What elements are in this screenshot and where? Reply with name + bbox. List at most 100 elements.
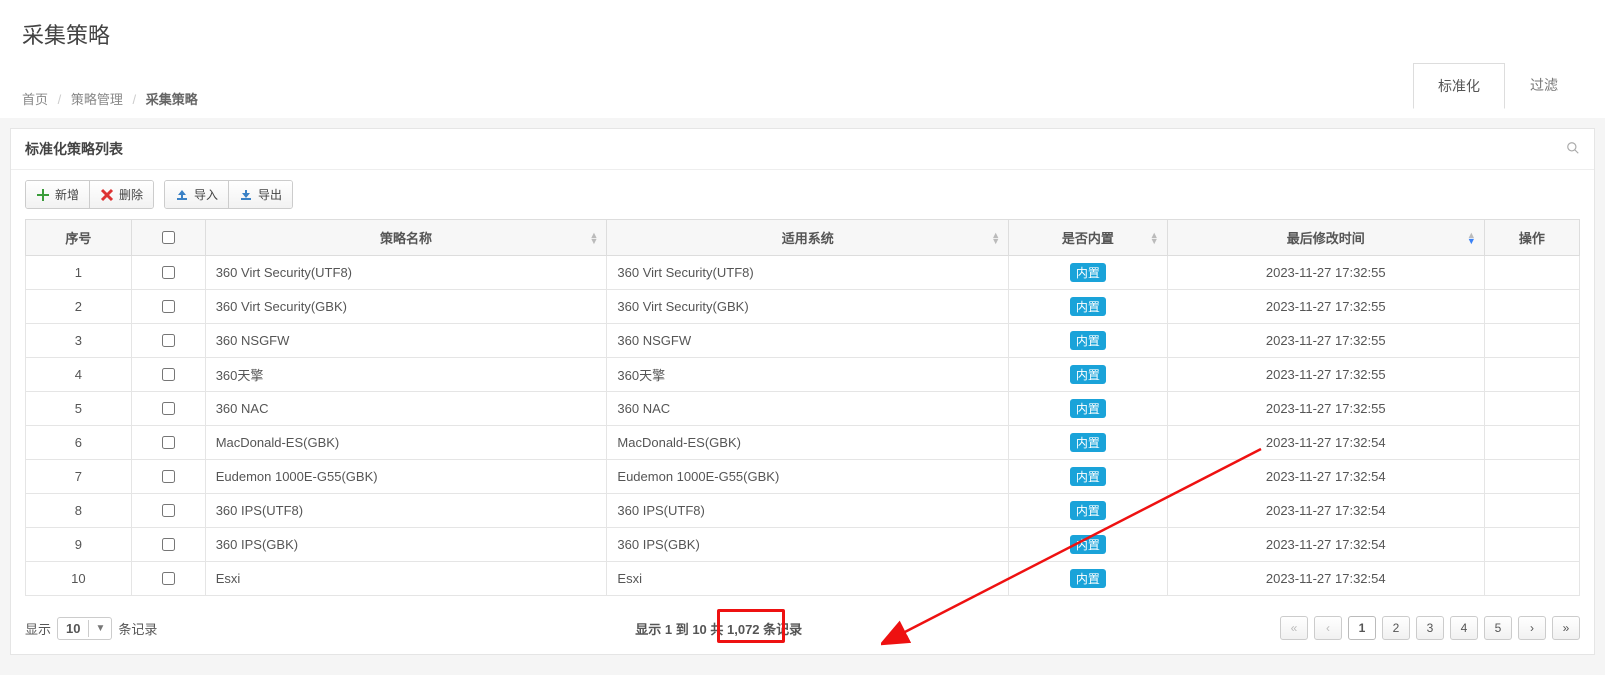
row-checkbox[interactable] xyxy=(162,436,175,449)
cell-builtin: 内置 xyxy=(1009,324,1168,358)
cell-checkbox xyxy=(131,358,205,392)
search-icon[interactable] xyxy=(1566,141,1580,158)
builtin-badge: 内置 xyxy=(1070,331,1106,350)
toolbar: 新增 删除 导入 xyxy=(11,170,1594,219)
cell-system: 360 Virt Security(GBK) xyxy=(607,290,1009,324)
page-number-button[interactable]: 3 xyxy=(1416,616,1444,640)
row-checkbox[interactable] xyxy=(162,334,175,347)
col-system-header[interactable]: 适用系统 ▲▼ xyxy=(607,220,1009,256)
delete-button[interactable]: 删除 xyxy=(89,181,153,208)
col-name-header[interactable]: 策略名称 ▲▼ xyxy=(205,220,607,256)
tab-filter[interactable]: 过滤 xyxy=(1505,62,1583,108)
cell-system: MacDonald-ES(GBK) xyxy=(607,426,1009,460)
cell-builtin: 内置 xyxy=(1009,460,1168,494)
cell-action xyxy=(1484,528,1579,562)
row-checkbox[interactable] xyxy=(162,368,175,381)
pagination: « ‹ 1 2 3 4 5 › » xyxy=(1280,616,1580,640)
row-checkbox[interactable] xyxy=(162,470,175,483)
page-number-button[interactable]: 5 xyxy=(1484,616,1512,640)
page-next-button[interactable]: › xyxy=(1518,616,1546,640)
row-checkbox[interactable] xyxy=(162,572,175,585)
page-number-button[interactable]: 4 xyxy=(1450,616,1478,640)
page-number-button[interactable]: 1 xyxy=(1348,616,1376,640)
breadcrumb-current: 采集策略 xyxy=(146,92,198,107)
page-size-select[interactable]: 10 ▼ xyxy=(57,617,112,640)
cell-checkbox xyxy=(131,324,205,358)
delete-button-label: 删除 xyxy=(119,186,143,203)
page-size-value: 10 xyxy=(58,618,88,639)
cell-action xyxy=(1484,562,1579,596)
row-checkbox[interactable] xyxy=(162,266,175,279)
row-checkbox[interactable] xyxy=(162,300,175,313)
cell-builtin: 内置 xyxy=(1009,358,1168,392)
import-button-label: 导入 xyxy=(194,186,218,203)
import-button[interactable]: 导入 xyxy=(165,181,228,208)
cell-seq: 7 xyxy=(26,460,132,494)
builtin-badge: 内置 xyxy=(1070,501,1106,520)
page-first-button[interactable]: « xyxy=(1280,616,1308,640)
caret-down-icon: ▼ xyxy=(88,620,111,637)
page-last-button[interactable]: » xyxy=(1552,616,1580,640)
cell-name: 360 Virt Security(UTF8) xyxy=(205,256,607,290)
col-mtime-header[interactable]: 最后修改时间 ▲▼ xyxy=(1167,220,1484,256)
col-mtime-label: 最后修改时间 xyxy=(1287,231,1365,246)
cell-seq: 4 xyxy=(26,358,132,392)
builtin-badge: 内置 xyxy=(1070,433,1106,452)
cell-seq: 9 xyxy=(26,528,132,562)
breadcrumb-home[interactable]: 首页 xyxy=(22,92,48,107)
col-system-label: 适用系统 xyxy=(782,231,834,246)
cell-checkbox xyxy=(131,460,205,494)
cell-builtin: 内置 xyxy=(1009,426,1168,460)
col-action-header: 操作 xyxy=(1484,220,1579,256)
select-all-checkbox[interactable] xyxy=(162,231,175,244)
sort-icon: ▲▼ xyxy=(1467,232,1476,244)
col-builtin-header[interactable]: 是否内置 ▲▼ xyxy=(1009,220,1168,256)
cell-mtime: 2023-11-27 17:32:55 xyxy=(1167,324,1484,358)
breadcrumb-mid[interactable]: 策略管理 xyxy=(71,92,123,107)
page-title: 采集策略 xyxy=(22,18,1583,50)
table-row: 5360 NAC360 NAC内置2023-11-27 17:32:55 xyxy=(26,392,1580,426)
cell-action xyxy=(1484,256,1579,290)
page-prev-button[interactable]: ‹ xyxy=(1314,616,1342,640)
cell-seq: 3 xyxy=(26,324,132,358)
tab-normalize[interactable]: 标准化 xyxy=(1413,63,1505,109)
export-button[interactable]: 导出 xyxy=(228,181,292,208)
tabs: 标准化 过滤 xyxy=(1413,62,1583,108)
cell-mtime: 2023-11-27 17:32:55 xyxy=(1167,358,1484,392)
col-name-label: 策略名称 xyxy=(380,231,432,246)
cell-name: 360 NAC xyxy=(205,392,607,426)
row-checkbox[interactable] xyxy=(162,504,175,517)
btn-group-io: 导入 导出 xyxy=(164,180,293,209)
sort-icon: ▲▼ xyxy=(991,232,1000,244)
cell-mtime: 2023-11-27 17:32:55 xyxy=(1167,392,1484,426)
row-checkbox[interactable] xyxy=(162,538,175,551)
table-row: 3360 NSGFW360 NSGFW内置2023-11-27 17:32:55 xyxy=(26,324,1580,358)
cell-system: Eudemon 1000E-G55(GBK) xyxy=(607,460,1009,494)
breadcrumb-sep: / xyxy=(133,92,137,107)
builtin-badge: 内置 xyxy=(1070,263,1106,282)
builtin-badge: 内置 xyxy=(1070,535,1106,554)
page-number-button[interactable]: 2 xyxy=(1382,616,1410,640)
cell-action xyxy=(1484,358,1579,392)
builtin-badge: 内置 xyxy=(1070,365,1106,384)
cell-system: 360 IPS(GBK) xyxy=(607,528,1009,562)
builtin-badge: 内置 xyxy=(1070,467,1106,486)
panel: 标准化策略列表 新增 删除 xyxy=(10,128,1595,655)
table-row: 2360 Virt Security(GBK)360 Virt Security… xyxy=(26,290,1580,324)
cell-checkbox xyxy=(131,494,205,528)
cell-action xyxy=(1484,494,1579,528)
import-icon xyxy=(175,188,189,202)
builtin-badge: 内置 xyxy=(1070,569,1106,588)
cell-seq: 2 xyxy=(26,290,132,324)
table-row: 4360天擎360天擎内置2023-11-27 17:32:55 xyxy=(26,358,1580,392)
add-button[interactable]: 新增 xyxy=(26,181,89,208)
cell-builtin: 内置 xyxy=(1009,562,1168,596)
row-checkbox[interactable] xyxy=(162,402,175,415)
annotation-highlight-box xyxy=(717,609,785,643)
record-info: 显示 1 到 10 共 1,072 条记录 xyxy=(635,619,802,638)
cell-name: 360天擎 xyxy=(205,358,607,392)
cell-mtime: 2023-11-27 17:32:54 xyxy=(1167,426,1484,460)
table-row: 10EsxiEsxi内置2023-11-27 17:32:54 xyxy=(26,562,1580,596)
page-size-control: 显示 10 ▼ 条记录 xyxy=(25,617,157,640)
add-button-label: 新增 xyxy=(55,186,79,203)
